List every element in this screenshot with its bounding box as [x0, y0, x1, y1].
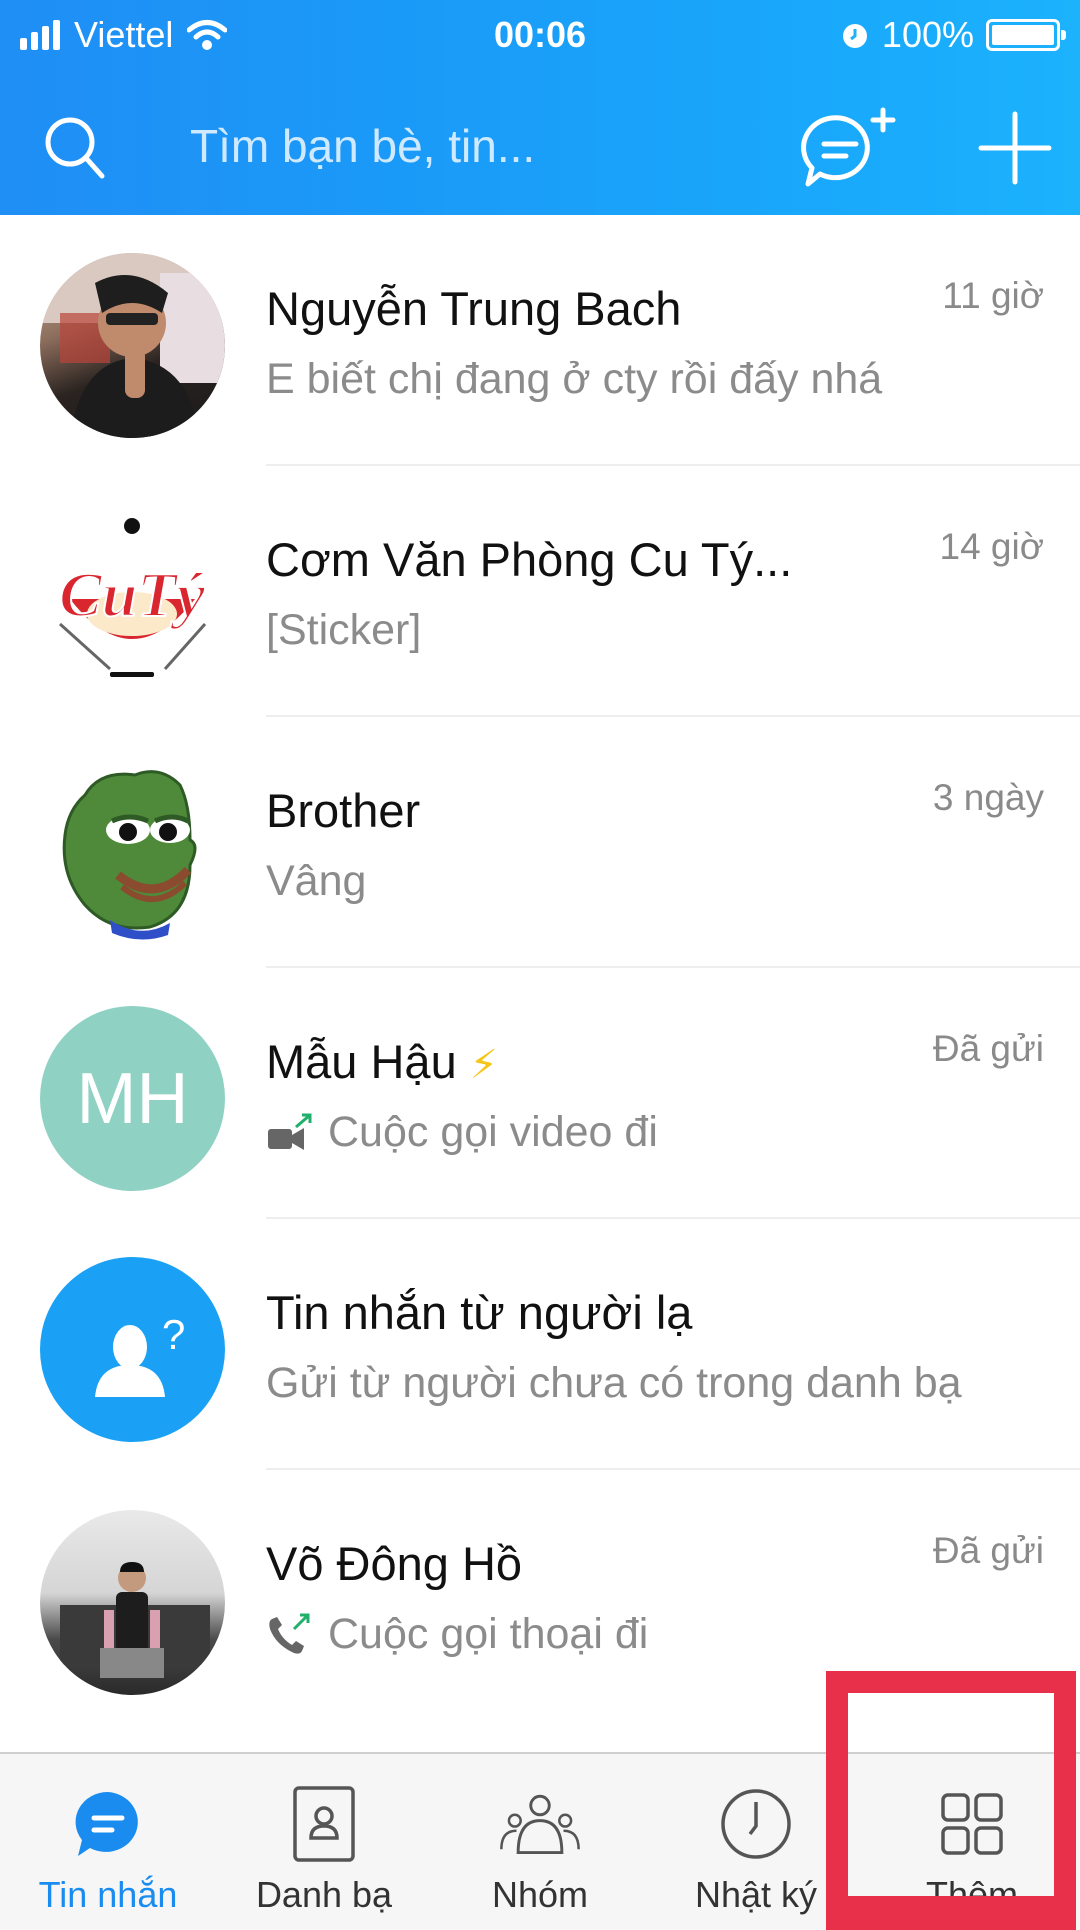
tab-contacts[interactable]: Danh bạ	[216, 1754, 432, 1930]
conversation-time: 3 ngày	[932, 777, 1044, 818]
conversation-preview: Vâng	[266, 857, 366, 906]
conversation-name: Brother	[266, 784, 421, 837]
search-input[interactable]	[190, 114, 750, 178]
tab-more[interactable]: Thêm	[864, 1754, 1080, 1930]
conversation-preview: E biết chị đang ở cty rồi đấy nhá	[266, 355, 882, 404]
status-bar: Viettel 00:06 100%	[0, 0, 1080, 74]
preview-text: Cuộc gọi video đi	[328, 1108, 658, 1156]
header-bar: Viettel 00:06 100%	[0, 0, 1080, 215]
tab-label: Nhóm	[491, 1874, 589, 1915]
outgoing-voice-call-icon	[269, 1613, 310, 1654]
svg-text:?: ?	[162, 1311, 185, 1358]
clock-icon	[721, 1789, 791, 1859]
conversation-preview: Cuộc gọi thoại đi	[266, 1610, 648, 1659]
grid-icon	[941, 1793, 1003, 1855]
chat-bubble-icon	[75, 1791, 138, 1856]
search-row	[0, 88, 1080, 208]
new-chat-button[interactable]	[790, 106, 900, 196]
conversation-name: Nguyễn Trung Bach	[266, 282, 682, 335]
avatar-initials: MH	[76, 1058, 189, 1139]
battery-icon	[986, 19, 1066, 51]
tab-messages[interactable]: Tin nhắn	[0, 1754, 216, 1930]
add-button[interactable]	[975, 108, 1055, 188]
conversation-name: Tin nhắn từ người lạ	[266, 1286, 693, 1339]
conversation-item[interactable]: Võ Đông Hồ Đã gửi Cuộc gọi thoại đi	[0, 1470, 1080, 1746]
stranger-icon: ?	[95, 1311, 185, 1397]
conversation-preview: Cuộc gọi video đi	[266, 1108, 658, 1157]
avatar	[40, 755, 225, 940]
new-chat-icon	[801, 107, 896, 187]
contacts-icon	[293, 1786, 355, 1862]
conversation-preview: [Sticker]	[266, 606, 421, 655]
conversation-time: Đã gửi	[932, 1530, 1044, 1571]
battery-percent: 100%	[881, 14, 974, 55]
plus-icon	[978, 111, 1052, 185]
avatar	[40, 253, 225, 438]
conversation-time: 14 giờ	[939, 526, 1045, 567]
conversation-name: Mẫu Hậu ⚡	[266, 1034, 498, 1089]
name-text: Mẫu Hậu	[266, 1035, 457, 1088]
conversation-item[interactable]: CuTý Cơm Văn Phòng Cu Tý... 14 giờ [Stic…	[0, 466, 1080, 717]
tab-label: Nhật ký	[694, 1874, 818, 1915]
conversation-name: Cơm Văn Phòng Cu Tý...	[266, 533, 793, 586]
conversation-item[interactable]: MH Mẫu Hậu ⚡ Đã gửi Cuộc gọi video đi	[0, 968, 1080, 1219]
tab-label: Danh bạ	[255, 1874, 393, 1915]
alarm-icon	[842, 24, 867, 48]
outgoing-video-call-icon	[268, 1113, 312, 1150]
avatar: ?	[40, 1257, 225, 1442]
preview-text: Cuộc gọi thoại đi	[328, 1610, 649, 1658]
conversation-item[interactable]: Nguyễn Trung Bach 11 giờ E biết chị đang…	[0, 215, 1080, 466]
preview-text: E biết chị đang ở cty rồi đấy nhá	[266, 355, 883, 403]
preview-text: [Sticker]	[266, 606, 422, 654]
avatar: MH	[40, 1006, 225, 1191]
conversation-time: 11 giờ	[942, 275, 1044, 316]
tab-label: Tin nhắn	[38, 1874, 178, 1915]
tab-label: Thêm	[925, 1874, 1019, 1915]
conversation-name: Võ Đông Hồ	[266, 1537, 523, 1590]
search-icon[interactable]	[38, 110, 110, 182]
conversation-item[interactable]: ? Tin nhắn từ người lạ Gửi từ người chưa…	[0, 1219, 1080, 1470]
preview-text: Gửi từ người chưa có trong danh bạ	[266, 1359, 962, 1407]
conversation-list: Nguyễn Trung Bach 11 giờ E biết chị đang…	[0, 215, 1080, 1746]
preview-text: Vâng	[266, 857, 367, 905]
conversation-item[interactable]: Brother 3 ngày Vâng	[0, 717, 1080, 968]
avatar	[40, 1510, 225, 1695]
conversation-preview: Gửi từ người chưa có trong danh bạ	[266, 1359, 962, 1408]
group-icon	[500, 1794, 580, 1855]
bottom-tab-bar: Tin nhắn Danh bạ Nhóm Nhật ký Thêm	[0, 1752, 1080, 1930]
lightning-badge-icon: ⚡	[469, 1043, 498, 1087]
tab-groups[interactable]: Nhóm	[432, 1754, 648, 1930]
avatar: CuTý	[40, 504, 225, 689]
conversation-time: Đã gửi	[932, 1028, 1044, 1069]
avatar-logo-text: CuTý	[59, 559, 205, 630]
tab-timeline[interactable]: Nhật ký	[648, 1754, 864, 1930]
